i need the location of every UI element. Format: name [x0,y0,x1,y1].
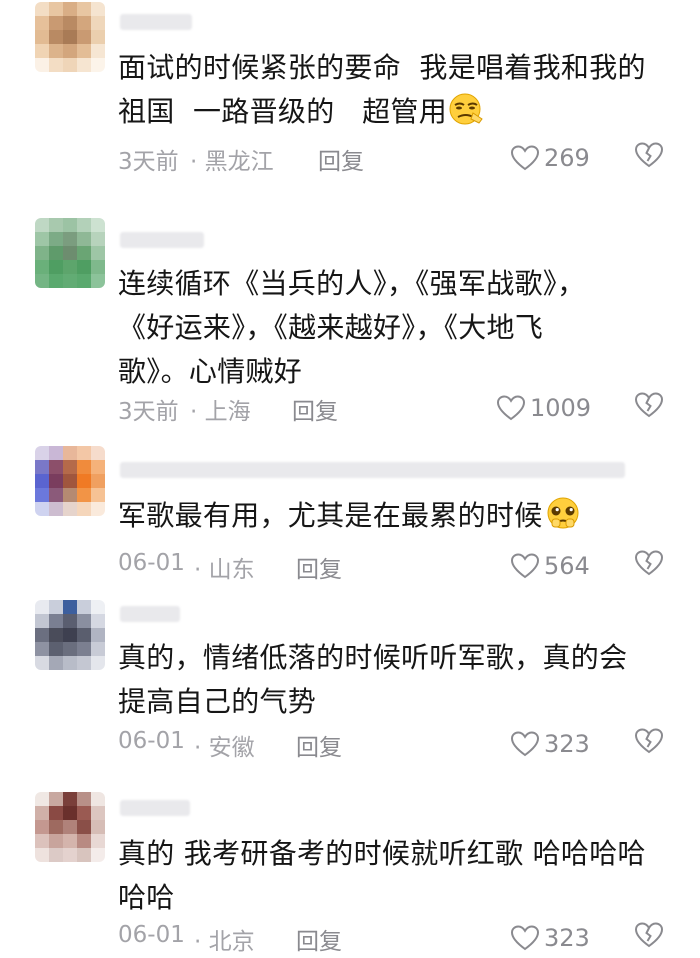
comment-meta: 06-01 · 山东 回复 564 [118,546,678,586]
broken-heart-icon[interactable] [634,726,664,756]
timestamp: 3天前 [118,149,179,175]
like-button[interactable]: 323 [510,724,590,764]
reply-button[interactable]: 回复 [296,922,342,956]
like-count: 323 [544,730,590,758]
username[interactable] [120,606,180,622]
heart-icon [510,553,540,579]
reply-button[interactable]: 回复 [296,728,342,762]
avatar[interactable] [35,2,105,72]
like-button[interactable]: 564 [510,546,590,586]
broken-heart-icon[interactable] [634,390,664,420]
pleading-face-emoji [547,497,579,529]
like-count: 1009 [530,394,592,422]
avatar[interactable] [35,446,105,516]
reply-button[interactable]: 回复 [292,392,338,426]
comment-body: 军歌最有用，尤其是在最累的时候 [118,499,543,532]
location: · 安徽 [194,735,255,761]
comment-meta: 06-01 · 安徽 回复 323 [118,724,678,764]
timestamp: 06-01 [118,728,185,754]
location: · 上海 [190,399,251,425]
comment-body: 面试的时候紧张的要命 我是唱着我和我的 祖国 一路晋级的 超管用 [118,51,646,128]
timestamp: 06-01 [118,550,185,576]
heart-icon [510,731,540,757]
smug-face-emoji [449,93,483,125]
comment-text: 真的，情绪低落的时候听听军歌，真的会 提高自己的气势 [118,641,628,718]
like-count: 564 [544,552,590,580]
broken-heart-icon[interactable] [634,548,664,578]
comment-text: 面试的时候紧张的要命 我是唱着我和我的 祖国 一路晋级的 超管用 [118,46,678,134]
location: · 黑龙江 [190,149,274,175]
heart-icon [510,145,540,171]
like-count: 323 [544,924,590,952]
comment-text: 真的 我考研备考的时候就听红歌 哈哈哈哈 哈哈 [118,837,646,914]
reply-button[interactable]: 回复 [318,142,364,176]
like-button[interactable]: 1009 [496,388,591,428]
heart-icon [496,395,526,421]
avatar[interactable] [35,600,105,670]
username[interactable] [120,232,204,248]
broken-heart-icon[interactable] [634,920,664,950]
username[interactable] [120,800,190,816]
location: · 山东 [194,557,255,583]
broken-heart-icon[interactable] [634,140,664,170]
like-count: 269 [544,144,590,172]
username[interactable] [120,14,192,30]
location: · 北京 [194,929,255,955]
avatar[interactable] [35,792,105,862]
like-button[interactable]: 269 [510,138,590,178]
comment-meta: 3天前 · 黑龙江 回复 269 [118,138,678,178]
username[interactable] [120,462,625,478]
like-button[interactable]: 323 [510,918,590,958]
avatar[interactable] [35,218,105,288]
reply-button[interactable]: 回复 [296,550,342,584]
comment-text: 连续循环《当兵的人》，《强军战歌》， 《好运来》，《越来越好》，《大地飞 歌》。… [118,267,586,388]
comment-text: 军歌最有用，尤其是在最累的时候 [118,494,678,538]
timestamp: 3天前 [118,399,179,425]
timestamp: 06-01 [118,922,185,948]
comment-meta: 06-01 · 北京 回复 323 [118,918,678,958]
comment-meta: 3天前 · 上海 回复 1009 [118,388,678,428]
heart-icon [510,925,540,951]
